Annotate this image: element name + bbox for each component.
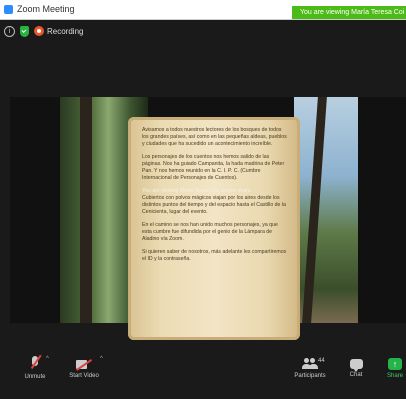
scroll-paragraph: En el camino se nos han unido muchos per… (142, 222, 278, 242)
share-screen-button[interactable]: ↑ Share (384, 356, 406, 379)
start-video-label: Start Video (69, 373, 99, 379)
recording-icon (34, 26, 44, 36)
chat-icon (349, 359, 363, 372)
info-icon[interactable]: i (4, 25, 15, 37)
shared-screen: Avisamos a todos nuestros lectores de lo… (10, 97, 406, 340)
scroll-text: Avisamos a todos nuestros lectores de lo… (142, 127, 287, 269)
participants-count: 44 (318, 358, 325, 364)
video-options-caret[interactable]: ^ (100, 356, 103, 362)
meeting-toolbar: Unmute ^ Start Video ^ 44 Participants C… (0, 352, 406, 399)
video-off-icon (76, 358, 92, 370)
tree-trunk (80, 97, 92, 323)
meeting-area: i Recording Avisamos a todos nuestros le… (0, 20, 406, 399)
audio-options-caret[interactable]: ^ (46, 356, 49, 362)
zoom-app-icon (4, 5, 13, 14)
unmute-label: Unmute (24, 374, 46, 380)
meeting-status-row: i Recording (4, 24, 83, 38)
start-video-button[interactable]: Start Video (64, 356, 104, 379)
scroll-paragraph: Si quieren saber de nosotros, más adelan… (142, 249, 287, 262)
scroll-paragraph: Los personajes de los cuentos nos hemos … (142, 154, 285, 181)
window-title: Zoom Meeting (17, 4, 75, 14)
viewing-share-banner[interactable]: You are viewing María Teresa Coi (292, 6, 406, 19)
scroll-paragraph: Avisamos a todos nuestros lectores de lo… (142, 127, 287, 147)
parchment-scroll: Avisamos a todos nuestros lectores de lo… (128, 117, 300, 340)
shield-icon[interactable] (20, 25, 29, 37)
recording-label: Recording (47, 26, 84, 36)
muted-mic-icon (30, 356, 40, 371)
share-label: Share (386, 373, 403, 379)
participants-button[interactable]: 44 Participants (290, 356, 330, 379)
participants-icon: 44 (302, 358, 325, 370)
screen-share-overlay: You are viewing María Teresa Coi screen … (142, 188, 251, 194)
chat-button[interactable]: Chat (344, 356, 368, 378)
chat-label: Chat (349, 372, 363, 378)
participants-label: Participants (294, 373, 326, 379)
window-titlebar: Zoom Meeting You are viewing María Teres… (0, 0, 406, 20)
share-screen-icon: ↑ (388, 358, 402, 370)
scroll-paragraph: Cubiertos con polvos mágicos viajan por … (142, 195, 286, 215)
